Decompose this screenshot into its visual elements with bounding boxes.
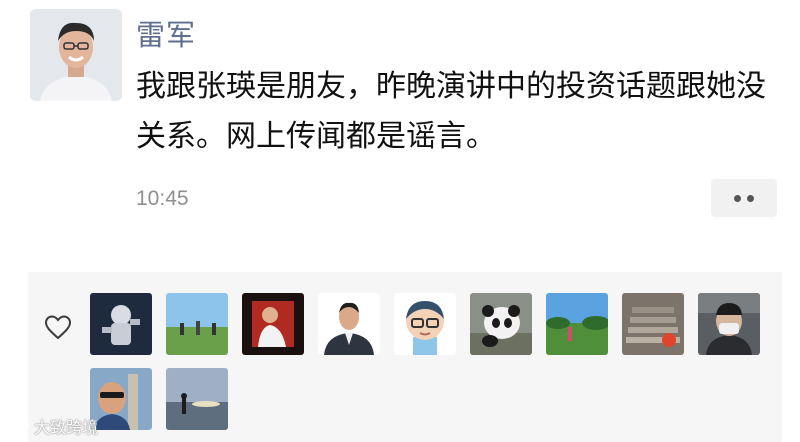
author-name[interactable]: 雷军 (136, 12, 196, 54)
ellipsis-icon (734, 194, 741, 202)
watermark: 大致跨境 (6, 414, 98, 438)
more-options-button[interactable] (711, 179, 777, 217)
like-avatar-man-mask[interactable] (698, 293, 760, 355)
author-avatar[interactable] (30, 9, 122, 101)
like-avatar-astronaut[interactable] (90, 293, 152, 355)
watermark-logo-icon (7, 419, 29, 433)
like-avatar-golf-course[interactable] (546, 293, 608, 355)
post-time: 10:45 (136, 187, 189, 210)
like-avatar-stone-steps[interactable] (622, 293, 684, 355)
like-avatar-panda[interactable] (470, 293, 532, 355)
like-avatar-cartoon-glasses[interactable] (394, 293, 456, 355)
like-avatar-man-suit[interactable] (318, 293, 380, 355)
like-avatar-man-sunglasses[interactable] (90, 368, 152, 430)
like-avatar-red-background[interactable] (242, 293, 304, 355)
post-text: 我跟张瑛是朋友，昨晚演讲中的投资话题跟她没关系。网上传闻都是谣言。 (136, 69, 766, 154)
like-avatar-beach-sunset[interactable] (166, 368, 228, 430)
like-avatar-field-people[interactable] (166, 293, 228, 355)
ellipsis-icon-dot (747, 194, 754, 202)
watermark-text: 大致跨境 (34, 418, 99, 437)
heart-outline-icon[interactable] (44, 314, 72, 340)
